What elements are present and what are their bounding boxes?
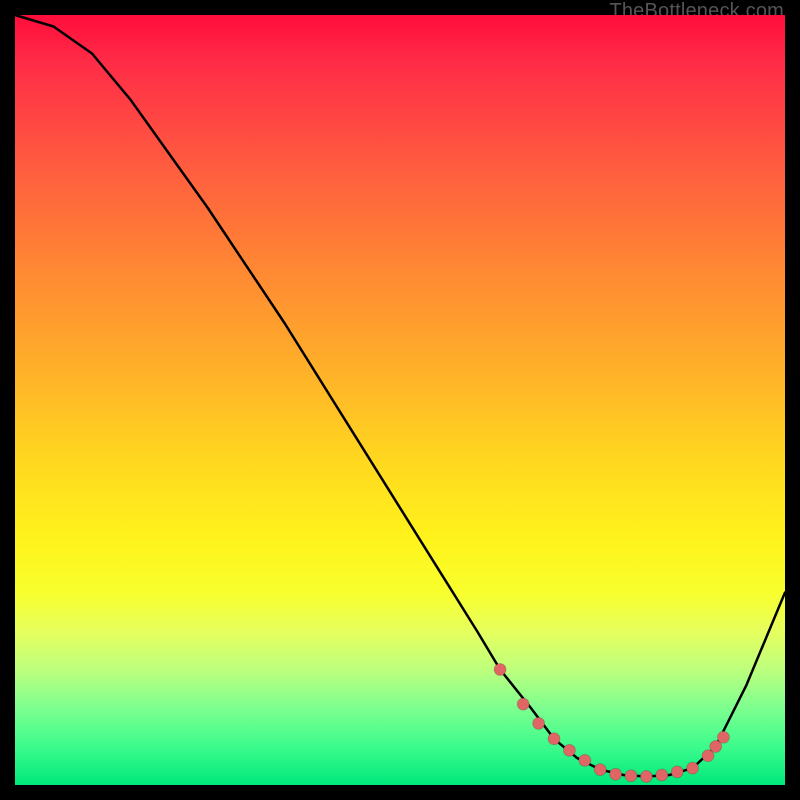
chart-frame: TheBottleneck.com	[0, 0, 800, 800]
plot-area	[15, 15, 785, 785]
curve-svg	[15, 15, 785, 785]
highlight-dots	[494, 664, 729, 783]
bottleneck-curve	[15, 15, 785, 777]
